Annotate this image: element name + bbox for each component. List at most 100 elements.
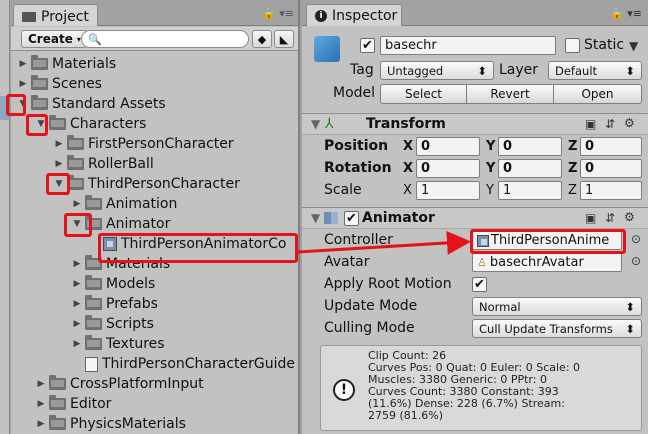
inspector-tabbar: i Inspector 🔒 ▾≡ — [302, 0, 648, 26]
collapsed-arrow-icon[interactable]: ▶ — [71, 299, 83, 309]
position-z-label: Z — [568, 139, 578, 154]
avatar-label: Avatar — [324, 254, 370, 270]
tree-item[interactable]: ▶ FirstPersonCharacter — [53, 134, 234, 154]
position-y-label: Y — [486, 139, 496, 154]
tree-item[interactable]: ▶ Textures — [71, 334, 165, 354]
culling-mode-dropdown[interactable]: Cull Update Transforms ⬍ — [472, 319, 642, 338]
settings-gear-icon[interactable]: ⚙ — [624, 210, 635, 224]
animator-info-box: ! Clip Count: 26 Curves Pos: 0 Quat: 0 E… — [320, 345, 642, 431]
highlight-box — [98, 233, 298, 263]
highlight-box — [6, 94, 26, 116]
static-dropdown-arrow-icon[interactable]: ▼ — [629, 39, 638, 53]
scale-x-label: X — [403, 183, 412, 198]
tree-item[interactable]: ▶ Prefabs — [71, 294, 158, 314]
search-icon: 🔍 — [88, 32, 102, 46]
label-icon: ◣ — [279, 32, 289, 46]
tag-dropdown[interactable]: Untagged ⬍ — [380, 61, 494, 80]
collapsed-arrow-icon[interactable]: ▶ — [71, 339, 83, 349]
rotation-y-field[interactable]: 0 — [498, 159, 562, 178]
object-name-value: basechr — [385, 38, 437, 53]
collapsed-arrow-icon[interactable]: ▶ — [35, 399, 47, 409]
revert-button[interactable]: Revert — [466, 84, 554, 104]
inspector-tab[interactable]: i Inspector — [306, 4, 402, 26]
animator-enabled-checkbox[interactable]: ✔ — [344, 211, 359, 226]
animator-icon — [324, 212, 338, 224]
tree-item[interactable]: ▶ CrossPlatformInput — [35, 374, 204, 394]
scale-z-field[interactable]: 1 — [580, 181, 642, 200]
object-name-input[interactable]: basechr — [380, 36, 556, 55]
collapsed-arrow-icon[interactable]: ▶ — [71, 279, 83, 289]
active-checkbox[interactable]: ✔ — [360, 38, 375, 53]
object-picker-icon[interactable]: ⊙ — [631, 254, 641, 268]
update-mode-dropdown[interactable]: Normal ⬍ — [472, 297, 642, 316]
scale-x-field[interactable]: 1 — [416, 181, 480, 200]
layer-dropdown[interactable]: Default ⬍ — [548, 61, 642, 80]
apply-root-motion-label: Apply Root Motion — [324, 276, 452, 292]
tree-item[interactable]: ThirdPersonCharacterGuide — [71, 354, 295, 374]
collapsed-arrow-icon[interactable]: ▶ — [53, 159, 65, 169]
create-button-label: Create — [28, 32, 73, 46]
tree-item[interactable]: ▶ PhysicsMaterials — [35, 414, 186, 434]
search-input[interactable]: 🔍 — [81, 30, 249, 48]
project-panel: Project 🔒 ▾≡ Create ▾ 🔍 ◆ ◣ ▶ Materials ▶ S… — [11, 0, 300, 434]
select-button[interactable]: Select — [380, 84, 467, 104]
rotation-z-value: 0 — [585, 161, 595, 176]
select-arrows-icon: ⬍ — [625, 63, 635, 78]
position-y-field[interactable]: 0 — [498, 137, 562, 156]
avatar-field[interactable]: ♙ basechrAvatar — [472, 253, 622, 272]
tree-item[interactable]: ▶ Animation — [71, 194, 177, 214]
collapsed-arrow-icon[interactable]: ▶ — [53, 139, 65, 149]
panel-menu-icon[interactable]: 🔒 ▾≡ — [262, 7, 294, 20]
preset-icon[interactable]: ⇵ — [605, 211, 615, 225]
open-button[interactable]: Open — [553, 84, 642, 104]
tree-item[interactable]: ▼ Characters — [35, 114, 146, 134]
rotation-label: Rotation — [324, 160, 392, 176]
scale-z-value: 1 — [585, 183, 594, 198]
foldout-arrow-icon[interactable]: ▼ — [311, 117, 320, 131]
settings-gear-icon[interactable]: ⚙ — [624, 116, 635, 130]
tree-item-label: Editor — [70, 396, 112, 412]
folder-icon — [85, 195, 102, 210]
collapsed-arrow-icon[interactable]: ▶ — [17, 59, 29, 69]
tree-item[interactable]: ▶ RollerBall — [53, 154, 154, 174]
tree-item[interactable]: ▶ Materials — [17, 54, 116, 74]
position-z-field[interactable]: 0 — [580, 137, 642, 156]
create-button[interactable]: Create ▾ — [21, 30, 88, 48]
avatar-value: basechrAvatar — [489, 255, 584, 270]
apply-root-motion-checkbox[interactable]: ✔ — [472, 277, 487, 292]
tree-item[interactable]: ▶ Models — [71, 274, 155, 294]
collapsed-arrow-icon[interactable]: ▶ — [71, 259, 83, 269]
preset-icon[interactable]: ⇵ — [605, 117, 615, 131]
filter-label-button[interactable]: ◣ — [274, 30, 294, 48]
panel-menu-icon[interactable]: 🔒 ▾≡ — [610, 7, 642, 20]
info-icon: i — [315, 9, 327, 22]
collapsed-arrow-icon[interactable]: ▶ — [71, 199, 83, 209]
tree-item[interactable]: ▶ Scripts — [71, 314, 154, 334]
animator-header[interactable]: ▼ ✔ Animator ▣ ⇵ ⚙ — [302, 207, 648, 229]
tree-item[interactable]: ▶ Scenes — [17, 74, 102, 94]
collapsed-arrow-icon[interactable]: ▶ — [35, 419, 47, 429]
scale-y-field[interactable]: 1 — [498, 181, 562, 200]
static-checkbox[interactable] — [565, 38, 580, 53]
project-tab-label: Project — [41, 8, 89, 25]
avatar-icon: ♙ — [477, 256, 487, 269]
help-book-icon[interactable]: ▣ — [585, 211, 596, 225]
position-x-field[interactable]: 0 — [416, 137, 480, 156]
transform-header[interactable]: ▼ ⅄ Transform ▣ ⇵ ⚙ — [302, 113, 648, 135]
rotation-x-field[interactable]: 0 — [416, 159, 480, 178]
collapsed-arrow-icon[interactable]: ▶ — [35, 379, 47, 389]
tree-item[interactable]: ▼ ThirdPersonCharacter — [53, 174, 240, 194]
highlight-box — [64, 213, 92, 237]
rotation-z-field[interactable]: 0 — [580, 159, 642, 178]
collapsed-arrow-icon[interactable]: ▶ — [71, 319, 83, 329]
tree-item[interactable]: ▶ Editor — [35, 394, 111, 414]
foldout-arrow-icon[interactable]: ▼ — [311, 211, 320, 225]
collapsed-arrow-icon[interactable]: ▶ — [17, 79, 29, 89]
filter-type-button[interactable]: ◆ — [252, 30, 272, 48]
tree-item-label: Animation — [106, 196, 178, 212]
project-tab[interactable]: Project — [13, 4, 98, 26]
help-book-icon[interactable]: ▣ — [585, 117, 596, 131]
object-picker-icon[interactable]: ⊙ — [631, 232, 641, 246]
tree-item[interactable]: ▼ Standard Assets — [17, 94, 166, 114]
select-button-label: Select — [404, 87, 443, 101]
